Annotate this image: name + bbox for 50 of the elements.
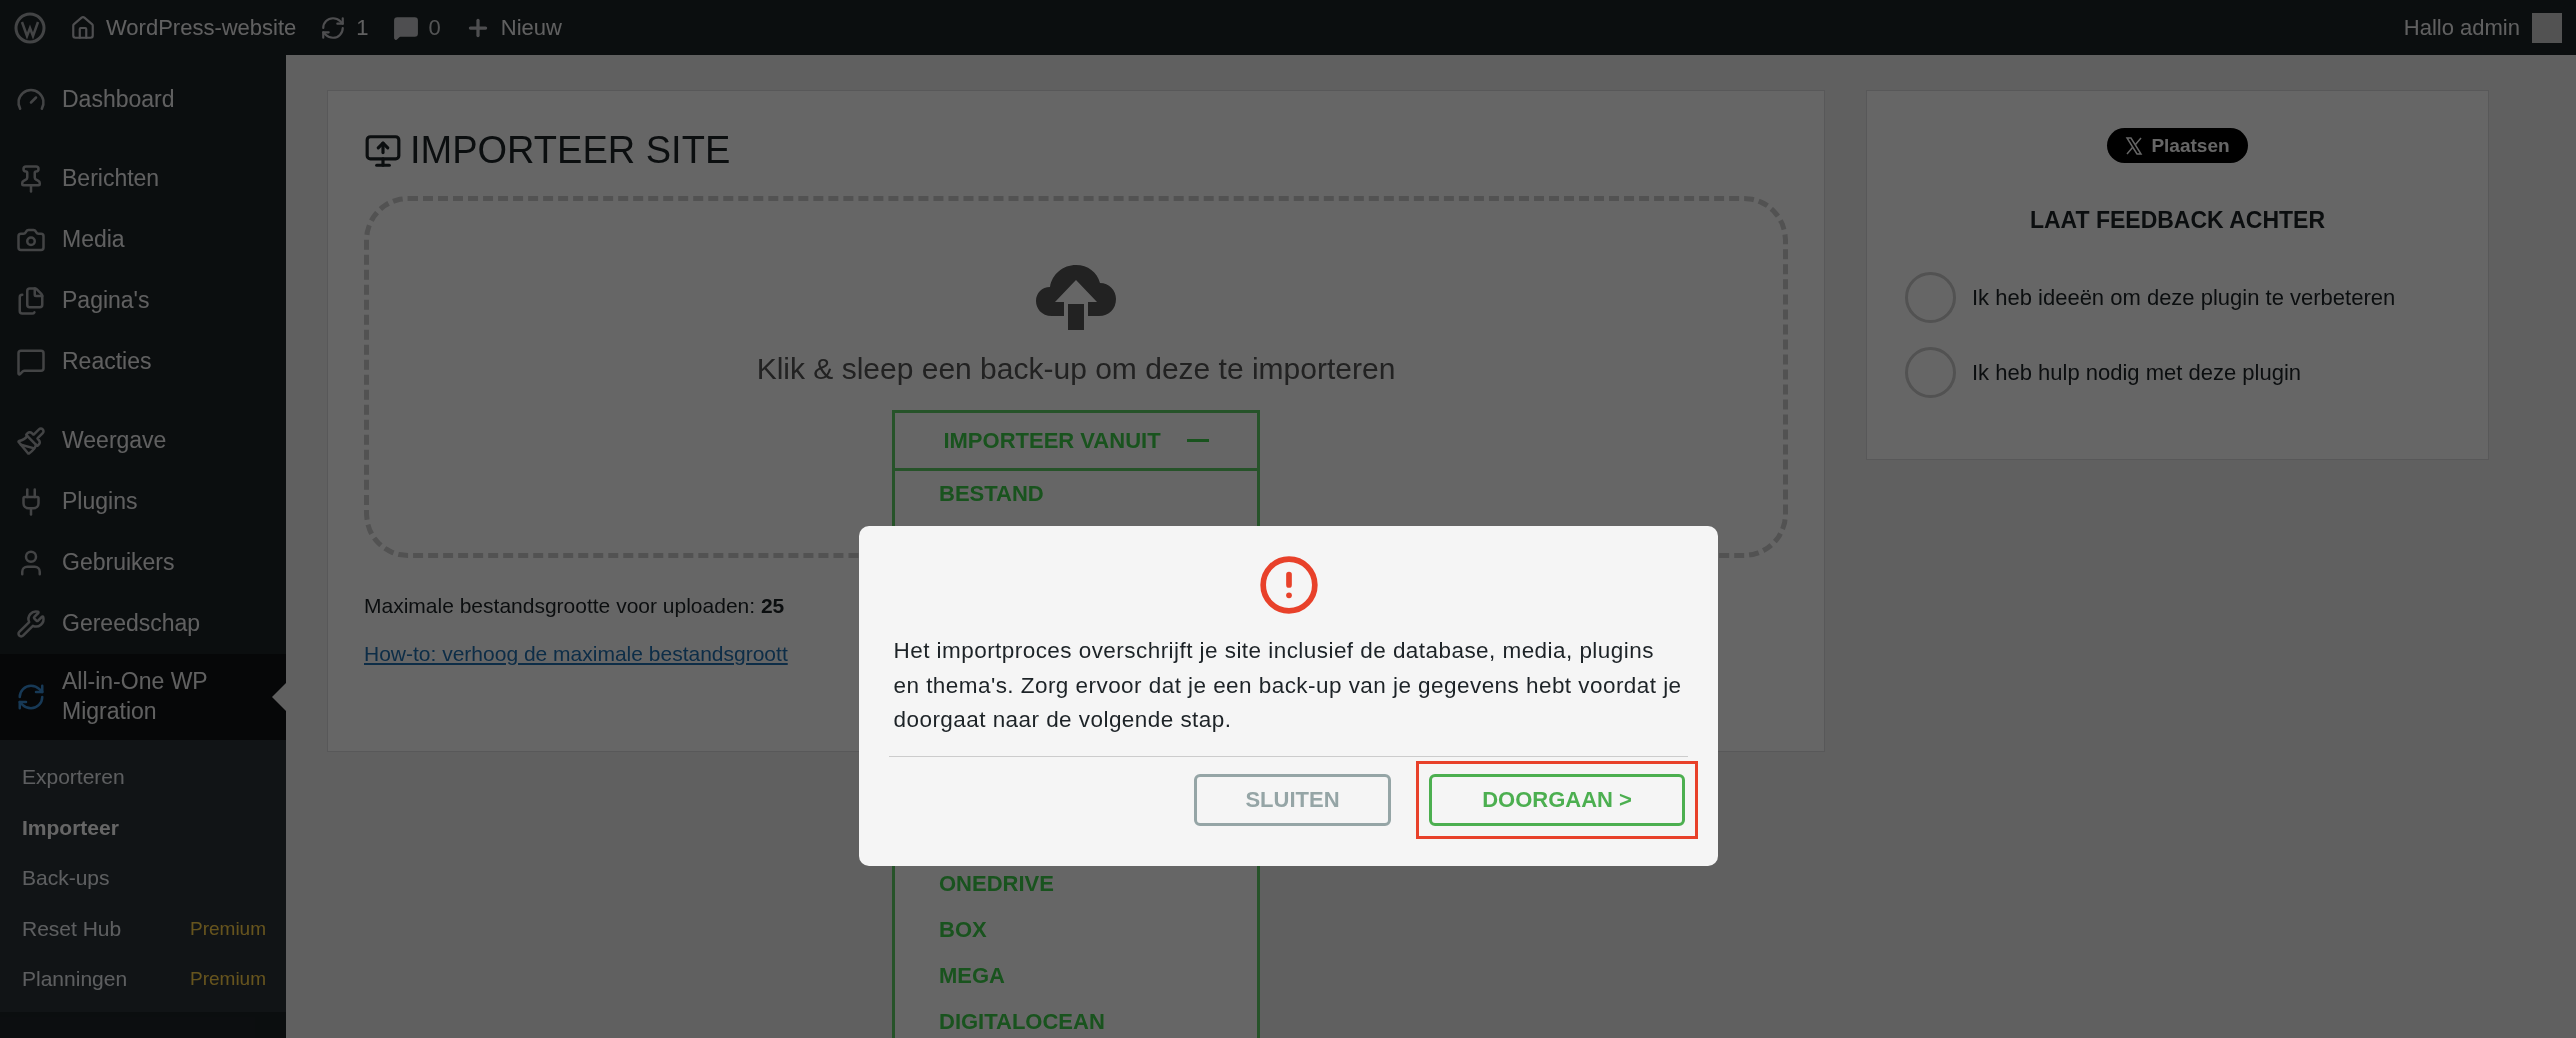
sidebar-item[interactable]: Weergave <box>0 410 286 471</box>
premium-label: Premium <box>190 968 266 991</box>
comment-icon <box>392 14 419 41</box>
dialog-message: Het importproces overschrijft je site inclusief de database, media, plugins en thema's. Zorg ervoor dat je een back-up van je gegevens hebt voordat je doorgaat naar de volgende stap. <box>893 637 1683 734</box>
drop-text: Klik & sleep een back-up om deze te importeren <box>756 352 1396 386</box>
submenu-item[interactable]: Importeer <box>0 802 286 853</box>
sidebar-item[interactable]: Pagina's <box>0 270 286 331</box>
premium-label: Premium <box>190 917 266 940</box>
sidebar-item[interactable]: Plugins <box>0 471 286 532</box>
submenu-item[interactable]: Exporteren <box>0 751 286 803</box>
radio-label[interactable]: Ik heb ideeën om deze plugin te verbeteren <box>1972 284 2396 311</box>
sidebar-item[interactable]: Gereedschap <box>0 593 286 654</box>
sidebar-item[interactable]: Dashboard <box>0 69 286 130</box>
home-icon <box>70 14 96 41</box>
submenu-item[interactable]: Back-ups <box>0 852 286 904</box>
submenu-label: Reset Hub <box>22 916 122 941</box>
continue-button[interactable]: DOORGAAN > <box>1429 773 1685 826</box>
cloud-upload-icon <box>1034 262 1118 332</box>
max-upload-size: Maximale bestandsgrootte voor uploaden: 25 <box>364 594 786 618</box>
minus-icon <box>1186 439 1209 442</box>
warning-icon <box>1257 554 1320 616</box>
sidebar-item[interactable]: Berichten <box>0 148 286 209</box>
greeting[interactable]: Hallo admin <box>2403 14 2520 41</box>
close-button[interactable]: SLUITEN <box>1194 773 1391 826</box>
import-source-option[interactable]: BOX <box>895 907 1257 953</box>
radio-label[interactable]: Ik heb hulp nodig met deze plugin <box>1972 359 2301 386</box>
panel-title: IMPORTEER SITE <box>410 129 731 172</box>
x-logo-icon <box>2125 136 2144 155</box>
refresh-icon <box>320 14 347 41</box>
sidebar-item[interactable]: All-in-One WP Migration <box>0 654 286 740</box>
updates-link[interactable]: 1 <box>320 14 369 41</box>
submenu-label: Exporteren <box>22 765 125 790</box>
site-name-link[interactable]: WordPress-website <box>70 14 297 41</box>
new-link[interactable]: Nieuw <box>464 14 562 41</box>
comments-link[interactable]: 0 <box>392 14 441 41</box>
submenu-label: Planningen <box>22 967 128 992</box>
wordpress-logo-icon[interactable] <box>14 11 46 44</box>
submenu-item[interactable]: Reset Hub Premium <box>0 903 286 954</box>
import-source-option[interactable]: BESTAND <box>895 471 1257 517</box>
avatar[interactable] <box>2532 12 2562 43</box>
share-button[interactable]: Plaatsen <box>2107 128 2248 163</box>
feedback-title: LAAT FEEDBACK ACHTER <box>2029 207 2326 234</box>
sidebar-item[interactable]: Reacties <box>0 331 286 392</box>
import-source-option[interactable]: MEGA <box>895 953 1257 999</box>
submenu-item[interactable]: Planningen Premium <box>0 953 286 1005</box>
submenu-label: Importeer <box>22 815 119 840</box>
import-source-option[interactable]: DIGITALOCEAN <box>895 999 1257 1038</box>
sidebar-item[interactable]: Media <box>0 209 286 270</box>
submenu-label: Back-ups <box>22 866 110 891</box>
sidebar-item[interactable]: Gebruikers <box>0 532 286 593</box>
